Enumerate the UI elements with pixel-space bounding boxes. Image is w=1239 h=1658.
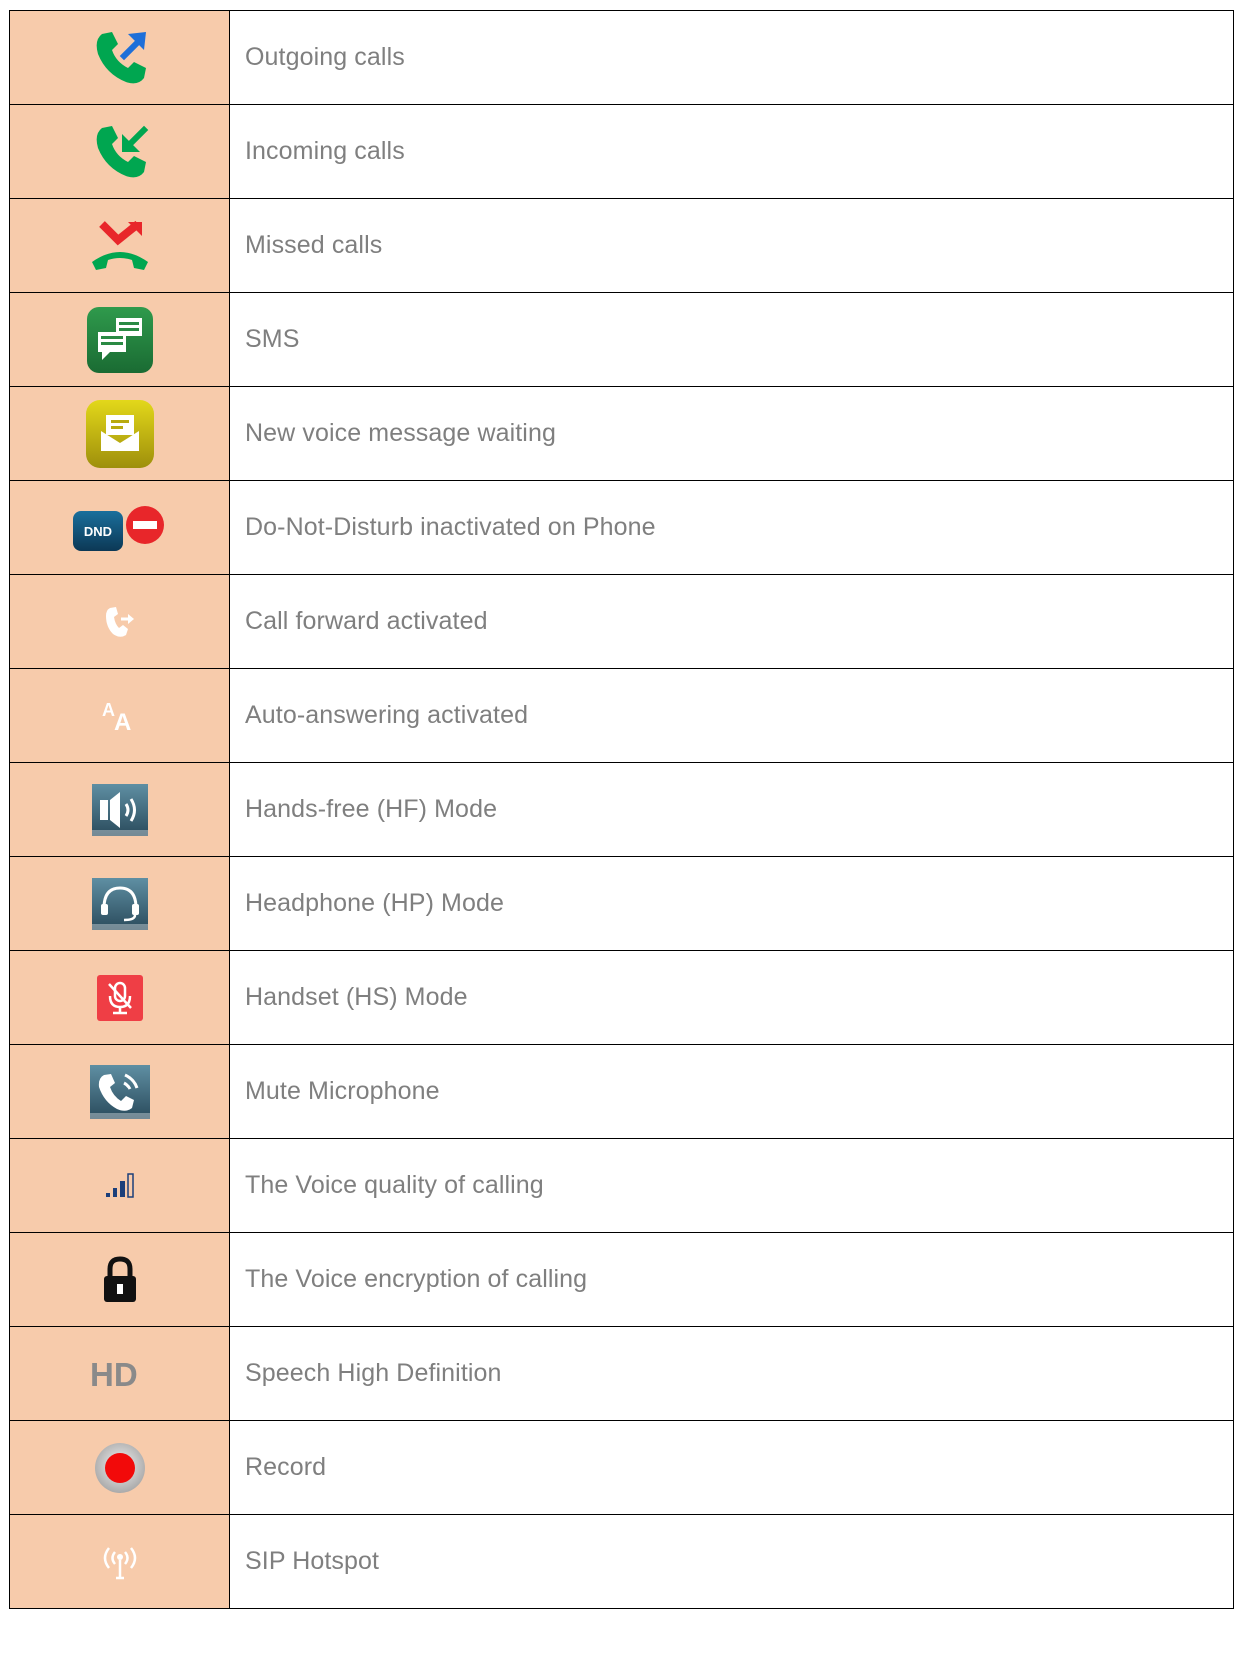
table-row: Mute Microphone — [9, 1044, 1234, 1139]
table-row: DND Do-Not-Disturb inactivated on Phone — [9, 480, 1234, 575]
row-label: Missed calls — [229, 198, 1234, 293]
row-label: Record — [229, 1420, 1234, 1515]
table-row: Headphone (HP) Mode — [9, 856, 1234, 951]
row-label: SIP Hotspot — [229, 1514, 1234, 1609]
icon-cell — [9, 386, 230, 481]
table-row: Hands-free (HF) Mode — [9, 762, 1234, 857]
table-row: HD Speech High Definition — [9, 1326, 1234, 1421]
icon-cell — [9, 574, 230, 669]
icon-cell — [9, 104, 230, 199]
icon-cell — [9, 1138, 230, 1233]
speaker-icon — [91, 783, 148, 836]
microphone-muted-icon — [96, 974, 144, 1022]
icon-cell — [9, 1044, 230, 1139]
icon-cell — [9, 762, 230, 857]
row-label: Mute Microphone — [229, 1044, 1234, 1139]
auto-answer-icon: A A — [98, 696, 142, 736]
icon-cell: HD — [9, 1326, 230, 1421]
icon-cell — [9, 1232, 230, 1327]
row-label: Incoming calls — [229, 104, 1234, 199]
icon-cell: A A — [9, 668, 230, 763]
hotspot-icon — [95, 1542, 145, 1582]
row-label: Hands-free (HF) Mode — [229, 762, 1234, 857]
table-row: Call forward activated — [9, 574, 1234, 669]
lock-icon — [100, 1255, 140, 1304]
headset-icon — [91, 877, 148, 930]
table-row: SMS — [9, 292, 1234, 387]
table-row: Handset (HS) Mode — [9, 950, 1234, 1045]
svg-text:HD: HD — [90, 1356, 138, 1393]
dnd-icon: DND — [71, 503, 169, 553]
svg-text:A: A — [114, 709, 131, 736]
table-row: New voice message waiting — [9, 386, 1234, 481]
icon-cell — [9, 856, 230, 951]
hd-icon: HD — [88, 1355, 152, 1393]
row-label: New voice message waiting — [229, 386, 1234, 481]
sms-icon — [86, 306, 154, 374]
missed-call-icon — [88, 216, 152, 276]
svg-text:DND: DND — [83, 524, 111, 539]
table-row: The Voice quality of calling — [9, 1138, 1234, 1233]
voicemail-icon — [85, 399, 155, 469]
table-row: Incoming calls — [9, 104, 1234, 199]
table-row: The Voice encryption of calling — [9, 1232, 1234, 1327]
icon-cell — [9, 1514, 230, 1609]
icon-cell — [9, 10, 230, 105]
signal-quality-icon — [105, 1172, 135, 1199]
row-label: The Voice encryption of calling — [229, 1232, 1234, 1327]
row-label: The Voice quality of calling — [229, 1138, 1234, 1233]
handset-call-icon — [89, 1064, 150, 1119]
row-label: Auto-answering activated — [229, 668, 1234, 763]
incoming-call-icon — [90, 122, 150, 182]
table-row: Outgoing calls — [9, 10, 1234, 105]
row-label: Handset (HS) Mode — [229, 950, 1234, 1045]
row-label: Headphone (HP) Mode — [229, 856, 1234, 951]
icon-cell — [9, 198, 230, 293]
row-label: Speech High Definition — [229, 1326, 1234, 1421]
table-row: Record — [9, 1420, 1234, 1515]
row-label: Call forward activated — [229, 574, 1234, 669]
table-row: SIP Hotspot — [9, 1514, 1234, 1609]
call-forward-icon — [100, 602, 140, 642]
outgoing-call-icon — [90, 28, 150, 88]
table-row: A A Auto-answering activated — [9, 668, 1234, 763]
row-label: Do-Not-Disturb inactivated on Phone — [229, 480, 1234, 575]
icon-cell: DND — [9, 480, 230, 575]
icon-cell — [9, 950, 230, 1045]
table-row: Missed calls — [9, 198, 1234, 293]
row-label: Outgoing calls — [229, 10, 1234, 105]
status-icon-table: Outgoing calls Incoming calls Missed cal… — [9, 10, 1234, 1609]
record-icon — [92, 1440, 148, 1496]
icon-cell — [9, 292, 230, 387]
icon-cell — [9, 1420, 230, 1515]
row-label: SMS — [229, 292, 1234, 387]
